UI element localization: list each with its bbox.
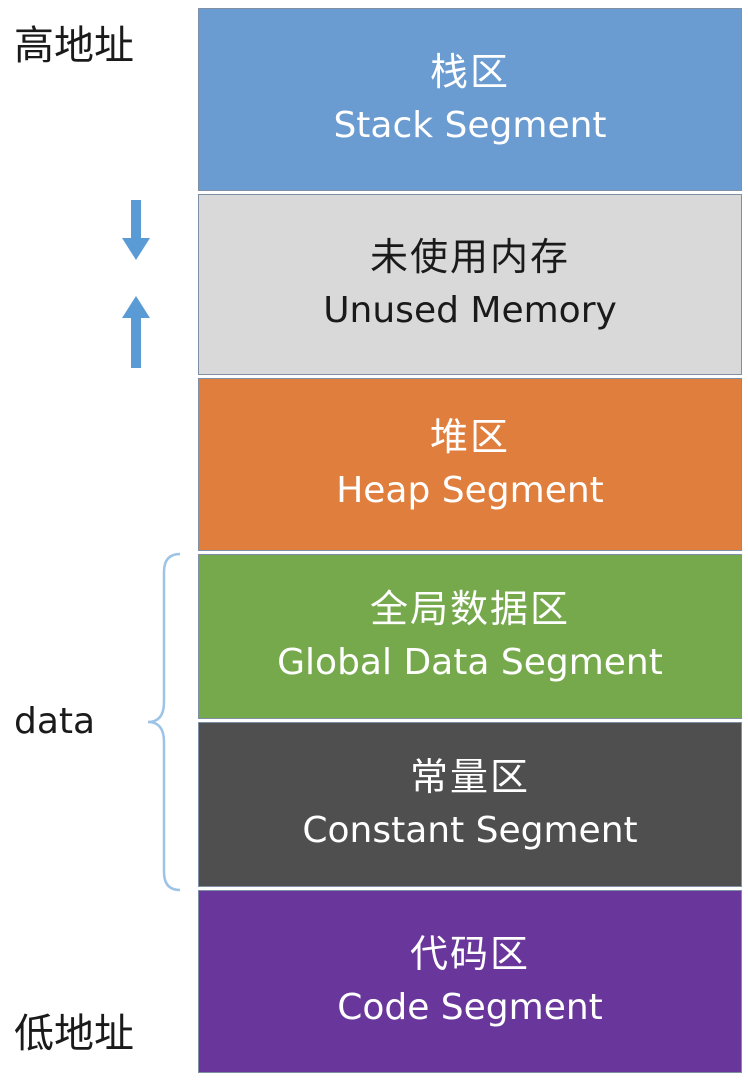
code-segment: 代码区 Code Segment — [198, 890, 742, 1073]
low-address-label: 低地址 — [14, 1011, 134, 1057]
segment-cn-label: 栈区 — [429, 50, 510, 95]
constant-segment: 常量区 Constant Segment — [198, 722, 742, 887]
global-data-segment: 全局数据区 Global Data Segment — [198, 554, 742, 719]
segment-cn-label: 代码区 — [409, 932, 530, 977]
segment-cn-label: 堆区 — [429, 415, 510, 460]
segment-cn-label: 未使用内存 — [369, 235, 570, 280]
memory-layout: 栈区 Stack Segment 未使用内存 Unused Memory 堆区 … — [198, 8, 742, 1076]
unused-memory-segment: 未使用内存 Unused Memory — [198, 194, 742, 375]
arrow-up-icon — [120, 296, 152, 368]
heap-segment: 堆区 Heap Segment — [198, 378, 742, 551]
arrow-down-icon — [120, 200, 152, 260]
stack-segment: 栈区 Stack Segment — [198, 8, 742, 191]
segment-en-label: Constant Segment — [302, 809, 638, 851]
segment-en-label: Global Data Segment — [277, 641, 663, 683]
segment-en-label: Code Segment — [337, 986, 603, 1028]
high-address-label: 高地址 — [14, 23, 134, 69]
segment-en-label: Unused Memory — [323, 289, 617, 331]
segment-en-label: Heap Segment — [336, 469, 604, 511]
segment-cn-label: 常量区 — [409, 755, 530, 800]
segment-en-label: Stack Segment — [333, 104, 607, 146]
data-brace — [140, 552, 186, 896]
segment-cn-label: 全局数据区 — [369, 587, 570, 632]
data-label: data — [14, 701, 96, 742]
